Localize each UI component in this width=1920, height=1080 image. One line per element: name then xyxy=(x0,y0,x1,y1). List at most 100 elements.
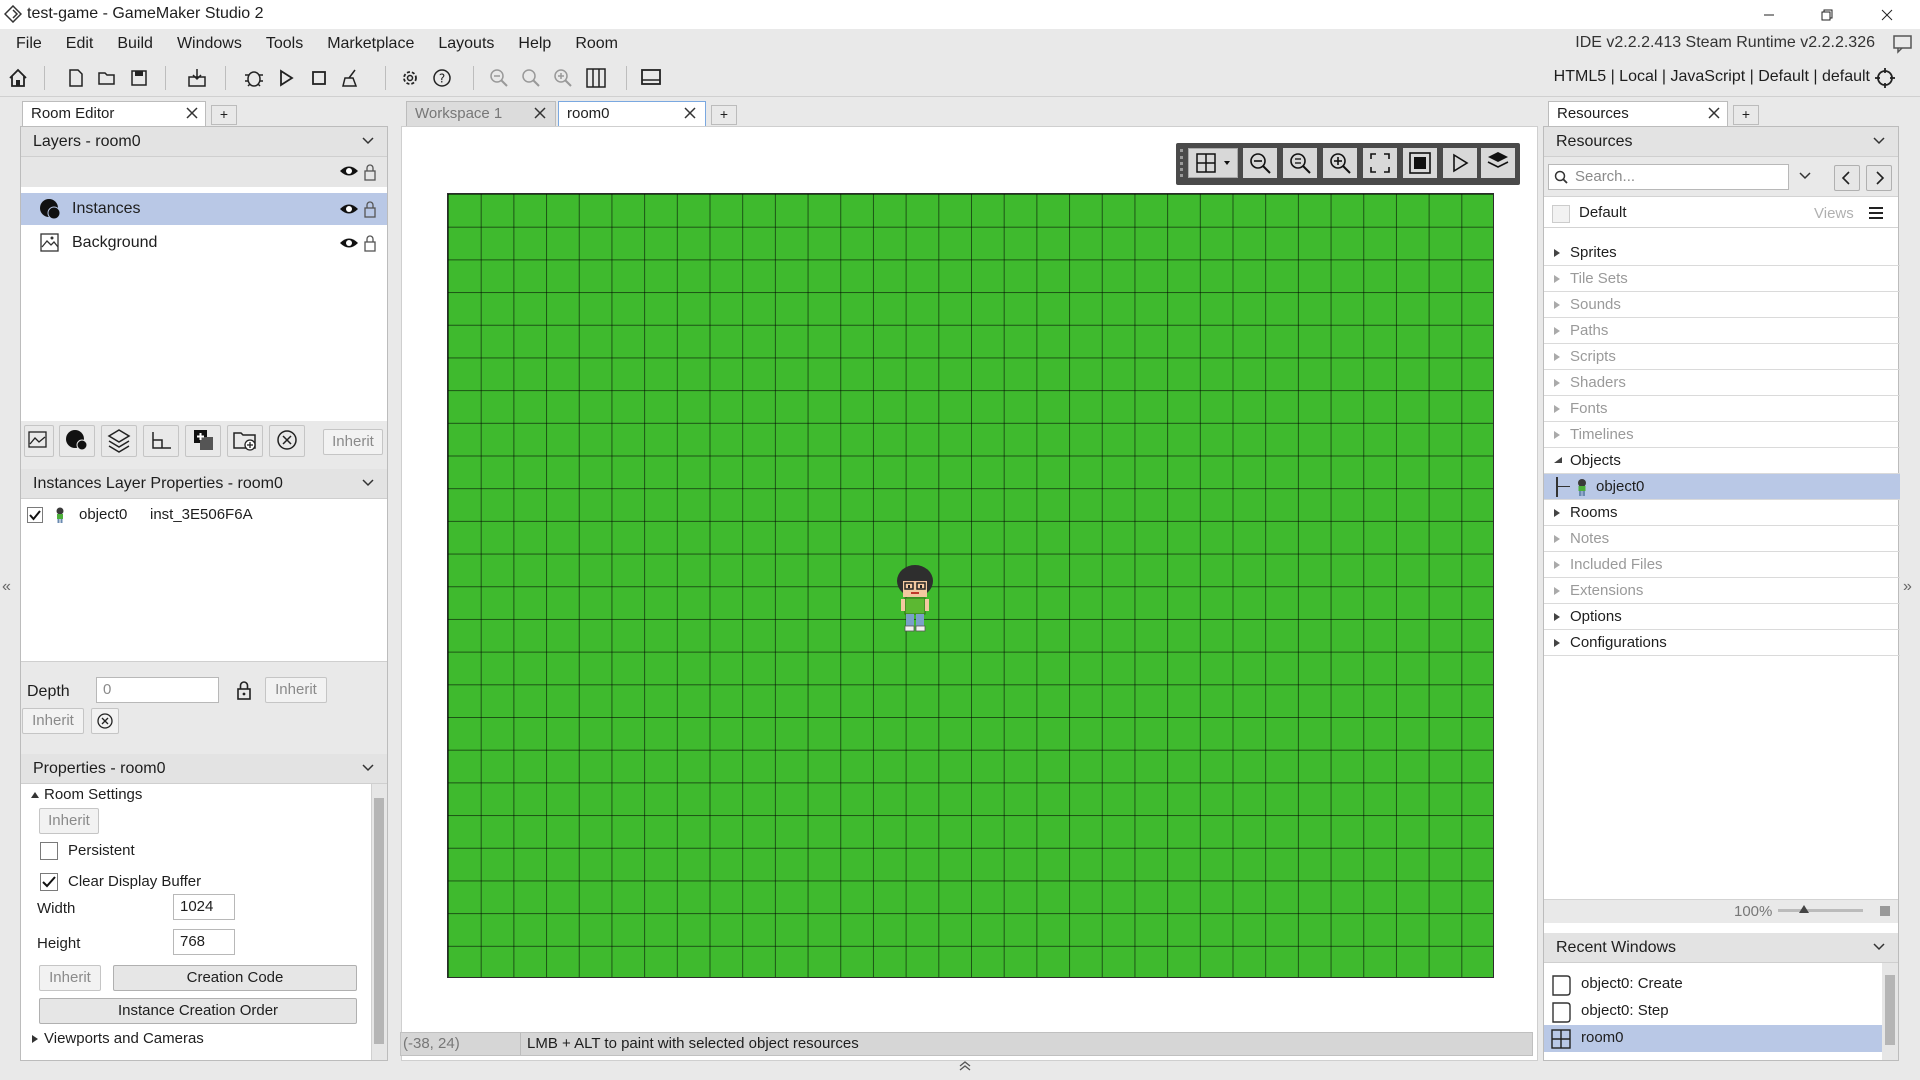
tab-resources[interactable]: Resources xyxy=(1548,101,1728,126)
add-asset-layer-icon[interactable] xyxy=(185,425,221,457)
inherit-depth-button[interactable]: Inherit xyxy=(265,677,327,703)
layers-header[interactable]: Layers - room0 xyxy=(21,127,387,157)
lock-icon[interactable] xyxy=(363,200,377,218)
stop-icon[interactable] xyxy=(305,64,333,92)
help-icon[interactable]: ? xyxy=(428,64,456,92)
clear-instances-icon[interactable] xyxy=(91,708,119,734)
chevron-down-icon[interactable] xyxy=(1872,136,1886,146)
run-icon[interactable] xyxy=(272,64,300,92)
add-tile-layer-icon[interactable] xyxy=(101,425,137,457)
add-layer-folder-icon[interactable] xyxy=(227,425,263,457)
add-instance-layer-icon[interactable] xyxy=(59,425,95,457)
menu-tools[interactable]: Tools xyxy=(254,34,315,54)
close-window-button[interactable] xyxy=(1858,0,1916,29)
resource-group-configurations[interactable]: Configurations xyxy=(1544,630,1900,656)
instance-visible-checkbox[interactable] xyxy=(27,507,43,523)
zoom-reset-icon[interactable] xyxy=(1283,148,1317,178)
object0-instance-sprite[interactable] xyxy=(895,563,935,633)
debug-icon[interactable] xyxy=(240,64,268,92)
recent-windows-header[interactable]: Recent Windows xyxy=(1544,933,1898,963)
fit-to-window-icon[interactable] xyxy=(1363,148,1397,178)
tab-workspace-1[interactable]: Workspace 1 xyxy=(406,101,556,126)
recent-item[interactable]: object0: Step xyxy=(1544,998,1882,1025)
play-animations-icon[interactable] xyxy=(1443,148,1477,178)
slider-thumb-icon[interactable] xyxy=(1798,904,1810,914)
resource-group-rooms[interactable]: Rooms xyxy=(1544,500,1900,526)
menu-build[interactable]: Build xyxy=(105,34,165,54)
game-options-icon[interactable] xyxy=(396,64,424,92)
new-project-icon[interactable] xyxy=(62,64,90,92)
zoom-in-icon[interactable] xyxy=(1323,148,1357,178)
resources-header[interactable]: Resources xyxy=(1544,127,1898,157)
inherit-instances-button[interactable]: Inherit xyxy=(22,708,84,734)
viewports-cameras-label[interactable]: Viewports and Cameras xyxy=(44,1030,204,1047)
zoom-in-icon[interactable] xyxy=(549,64,577,92)
tab-room0[interactable]: room0 xyxy=(558,101,706,126)
add-tab-button[interactable]: + xyxy=(1733,105,1759,125)
add-background-layer-icon[interactable] xyxy=(24,425,54,457)
resource-group-fonts[interactable]: Fonts xyxy=(1544,396,1900,422)
persistent-checkbox[interactable] xyxy=(40,842,58,860)
resource-group-timelines[interactable]: Timelines xyxy=(1544,422,1900,448)
workspace-layout-icon[interactable] xyxy=(582,64,610,92)
menu-marketplace[interactable]: Marketplace xyxy=(315,34,426,54)
recent-scrollbar[interactable] xyxy=(1882,963,1898,1060)
resource-group-included-files[interactable]: Included Files xyxy=(1544,552,1900,578)
resource-group-notes[interactable]: Notes xyxy=(1544,526,1900,552)
layer-row-background[interactable]: Background xyxy=(21,227,387,259)
depth-input[interactable]: 0 xyxy=(96,677,219,703)
delete-layer-icon[interactable] xyxy=(269,425,305,457)
close-icon[interactable] xyxy=(533,106,547,120)
open-project-icon[interactable] xyxy=(93,64,121,92)
clear-display-buffer-checkbox[interactable] xyxy=(40,873,58,891)
expand-bottom-icon[interactable] xyxy=(958,1060,972,1072)
resource-group-extensions[interactable]: Extensions xyxy=(1544,578,1900,604)
zoom-reset-icon[interactable] xyxy=(517,64,545,92)
restore-button[interactable] xyxy=(1798,0,1856,29)
add-tab-button[interactable]: + xyxy=(211,105,237,125)
chevron-down-icon[interactable] xyxy=(1872,942,1886,952)
close-icon[interactable] xyxy=(683,106,697,120)
recent-item[interactable]: room0 xyxy=(1544,1025,1882,1052)
expand-triangle-icon[interactable] xyxy=(30,1034,40,1044)
menu-layouts[interactable]: Layouts xyxy=(426,34,506,54)
resource-zoom-slider[interactable] xyxy=(1778,905,1863,913)
room-canvas[interactable] xyxy=(447,193,1494,978)
nav-back-icon[interactable] xyxy=(1834,165,1860,191)
resource-group-options[interactable]: Options xyxy=(1544,604,1900,630)
layer-row-instances[interactable]: Instances xyxy=(21,193,387,225)
close-icon[interactable] xyxy=(1707,106,1721,120)
resource-search-input[interactable]: Search... xyxy=(1548,164,1789,190)
instance-row[interactable]: object0 inst_3E506F6A xyxy=(27,505,377,527)
collapse-triangle-icon[interactable] xyxy=(30,790,40,800)
menu-edit[interactable]: Edit xyxy=(54,34,106,54)
close-icon[interactable] xyxy=(185,106,199,120)
resource-group-scripts[interactable]: Scripts xyxy=(1544,344,1900,370)
room-height-input[interactable]: 768 xyxy=(173,929,235,955)
grid-toggle-icon[interactable] xyxy=(1188,148,1238,178)
chat-icon[interactable] xyxy=(1892,34,1914,54)
hamburger-menu-icon[interactable] xyxy=(1868,206,1884,220)
chevron-down-icon[interactable] xyxy=(1798,171,1812,181)
resource-group-tile-sets[interactable]: Tile Sets xyxy=(1544,266,1900,292)
menu-file[interactable]: File xyxy=(4,34,54,54)
resource-group-sounds[interactable]: Sounds xyxy=(1544,292,1900,318)
collapse-left-icon[interactable]: « xyxy=(2,578,11,596)
menu-windows[interactable]: Windows xyxy=(165,34,254,54)
chevron-down-icon[interactable] xyxy=(361,136,375,146)
recent-item[interactable]: object0: Create xyxy=(1544,971,1882,998)
layer-filter-icon[interactable] xyxy=(1481,148,1515,178)
clean-icon[interactable] xyxy=(337,64,365,92)
zoom-max-icon[interactable] xyxy=(1880,906,1890,916)
room-width-input[interactable]: 1024 xyxy=(173,894,235,920)
inherit-creation-button[interactable]: Inherit xyxy=(39,965,101,991)
nav-forward-icon[interactable] xyxy=(1866,165,1892,191)
visibility-eye-icon[interactable] xyxy=(339,164,359,178)
resource-group-shaders[interactable]: Shaders xyxy=(1544,370,1900,396)
default-view-row[interactable]: Default Views xyxy=(1544,198,1898,228)
resource-group-sprites[interactable]: Sprites xyxy=(1544,240,1900,266)
chevron-down-icon[interactable] xyxy=(361,478,375,488)
menu-help[interactable]: Help xyxy=(506,34,563,54)
tab-room-editor[interactable]: Room Editor xyxy=(22,101,206,126)
visibility-eye-icon[interactable] xyxy=(339,202,359,216)
